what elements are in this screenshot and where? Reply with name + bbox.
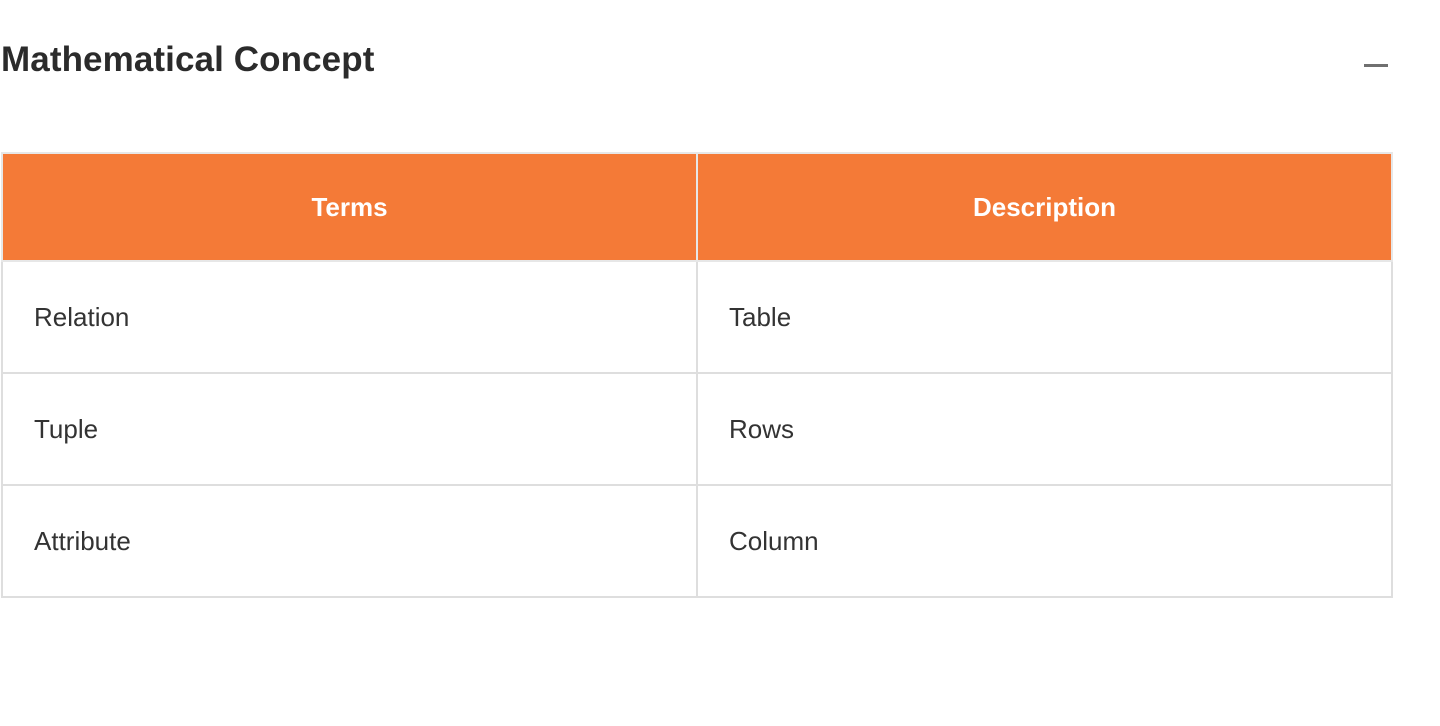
minus-icon bbox=[1364, 64, 1388, 67]
accordion-header[interactable]: Mathematical Concept bbox=[0, 32, 1392, 88]
column-header-terms: Terms bbox=[1, 152, 698, 262]
collapse-button[interactable] bbox=[1358, 52, 1392, 80]
accordion-section: Mathematical Concept Terms Description R… bbox=[0, 0, 1440, 726]
description-cell: Table bbox=[696, 260, 1393, 374]
description-cell: Rows bbox=[696, 372, 1393, 486]
term-cell: Tuple bbox=[1, 372, 698, 486]
description-cell: Column bbox=[696, 484, 1393, 598]
table-header-row: Terms Description bbox=[1, 152, 1393, 262]
terms-table: Terms Description Relation Table Tuple R… bbox=[1, 152, 1393, 598]
term-cell: Attribute bbox=[1, 484, 698, 598]
term-cell: Relation bbox=[1, 260, 698, 374]
section-title: Mathematical Concept bbox=[1, 40, 375, 79]
table-row: Relation Table bbox=[1, 260, 1393, 374]
table-row: Tuple Rows bbox=[1, 372, 1393, 486]
column-header-description: Description bbox=[696, 152, 1393, 262]
table-row: Attribute Column bbox=[1, 484, 1393, 598]
